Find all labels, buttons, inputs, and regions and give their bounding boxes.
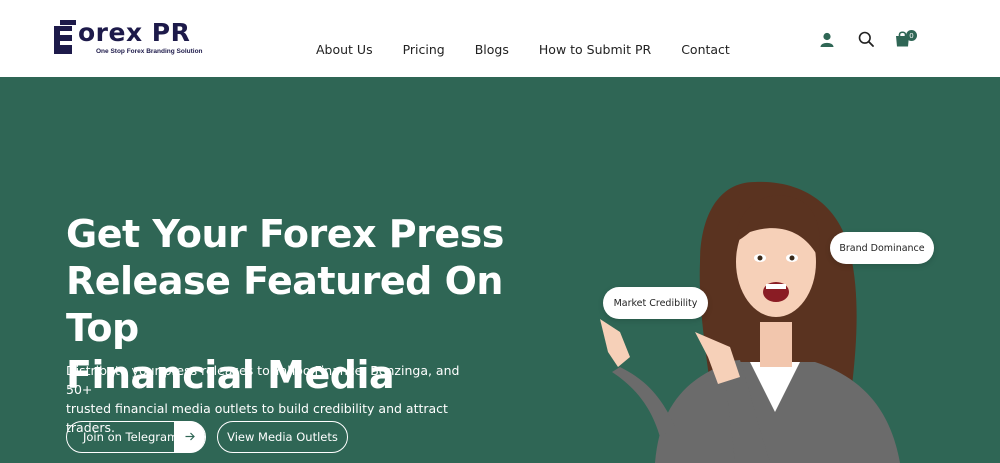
account-button[interactable] (818, 30, 836, 48)
main-nav: About Us Pricing Blogs How to Submit PR … (316, 42, 760, 57)
nav-about-us[interactable]: About Us (316, 42, 373, 57)
view-media-outlets-button[interactable]: View Media Outlets (217, 421, 348, 453)
headline-line: Release Featured On Top (66, 259, 503, 350)
join-telegram-label: Join on Telegram (83, 430, 179, 444)
join-telegram-button[interactable]: Join on Telegram (66, 420, 206, 453)
nav-contact[interactable]: Contact (681, 42, 730, 57)
headline-line: Get Your Forex Press (66, 212, 504, 256)
search-button[interactable] (857, 30, 875, 48)
nav-how-to-submit-pr[interactable]: How to Submit PR (539, 42, 651, 57)
user-icon (820, 32, 834, 47)
arrow-right-icon (174, 420, 205, 453)
market-credibility-badge: Market Credibility (603, 287, 708, 319)
logo-mark-icon (54, 20, 76, 54)
search-icon (858, 31, 874, 47)
logo-tagline: One Stop Forex Branding Solution (96, 48, 203, 55)
logo[interactable]: orex PR One Stop Forex Branding Solution (54, 18, 224, 60)
cart-count-badge: 0 (906, 30, 917, 41)
subtext-line: Distribute your press releases to Yahoo … (66, 363, 460, 397)
nav-blogs[interactable]: Blogs (475, 42, 509, 57)
logo-text: orex PR (78, 18, 191, 47)
brand-dominance-badge: Brand Dominance (830, 232, 934, 264)
site-header: orex PR One Stop Forex Branding Solution… (0, 0, 1000, 77)
nav-pricing[interactable]: Pricing (403, 42, 445, 57)
hero-section: Get Your Forex Press Release Featured On… (0, 77, 1000, 463)
view-media-outlets-label: View Media Outlets (227, 430, 338, 444)
